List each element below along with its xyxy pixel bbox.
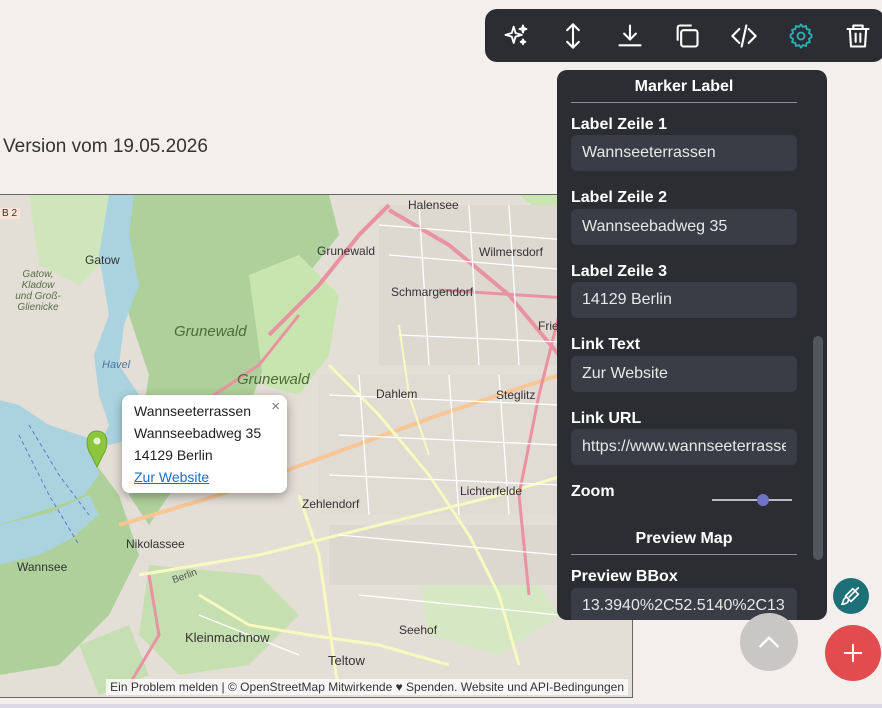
- map-label-halensee: Halensee: [408, 198, 459, 212]
- map-popup: × Wannseeterrassen Wannseebadweg 35 1412…: [122, 395, 287, 493]
- map-label-kleinmachnow: Kleinmachnow: [185, 630, 270, 645]
- download-icon: [618, 24, 642, 47]
- map-label-seehof: Seehof: [399, 623, 438, 637]
- popup-website-link[interactable]: Zur Website: [134, 469, 209, 485]
- zoom-label: Zoom: [571, 483, 615, 500]
- scroll-top-button[interactable]: [740, 613, 798, 671]
- resize-vertical-button[interactable]: [557, 20, 589, 52]
- link-url-input[interactable]: [571, 429, 797, 465]
- sparkle-button[interactable]: [500, 20, 532, 52]
- style-brush-button[interactable]: [833, 578, 869, 614]
- popup-line-2: Wannseebadweg 35: [134, 425, 262, 441]
- section-title-marker-label: Marker Label: [634, 78, 734, 95]
- trash-icon: [846, 24, 870, 48]
- sparkle-icon: [504, 24, 528, 46]
- section-divider: [571, 554, 797, 555]
- popup-line-1: Wannseeterrassen: [134, 403, 251, 419]
- map-label-gatow-kladow: Gatow, Kladow und Groß- Glienicke: [15, 269, 61, 313]
- gear-icon: [789, 23, 813, 49]
- map-label-zehlendorf: Zehlendorf: [302, 497, 360, 511]
- copy-icon: [676, 24, 699, 48]
- map-label-steglitz: Steglitz: [496, 388, 536, 402]
- map-label-schmargendorf: Schmargendorf: [391, 285, 474, 299]
- popup-line-3: 14129 Berlin: [134, 447, 213, 463]
- link-url-label: Link URL: [571, 410, 642, 427]
- zoom-slider-track: [712, 499, 792, 501]
- map-label-grunewald-town: Grunewald: [317, 244, 376, 258]
- label-zeile-3-label: Label Zeile 3: [571, 263, 668, 280]
- link-text-input[interactable]: [571, 356, 797, 392]
- zoom-slider-thumb[interactable]: [757, 494, 770, 506]
- bottom-divider: [0, 704, 882, 708]
- label-zeile-1-input[interactable]: [571, 135, 797, 171]
- preview-bbox-label: Preview BBox: [571, 568, 678, 585]
- label-zeile-1-label: Label Zeile 1: [571, 116, 668, 133]
- duplicate-button[interactable]: [671, 20, 703, 52]
- map-label-teltow: Teltow: [328, 653, 365, 668]
- arrow-up-down-icon: [566, 23, 580, 49]
- popup-close-button[interactable]: ×: [271, 398, 280, 415]
- map-label-dahlem: Dahlem: [376, 387, 418, 401]
- code-button[interactable]: [728, 20, 760, 52]
- map-label-b2: B 2: [0, 208, 21, 219]
- section-divider: [571, 102, 797, 103]
- map-label-gatow: Gatow: [85, 253, 120, 267]
- panel-scrollbar[interactable]: [813, 336, 823, 560]
- map-tiles: [0, 195, 632, 697]
- map-label-grunewald-forest-2: Grunewald: [237, 371, 310, 388]
- map-label-lichterfelde: Lichterfelde: [460, 484, 523, 498]
- plus-icon: [843, 643, 863, 663]
- zoom-slider[interactable]: [712, 493, 792, 507]
- add-button[interactable]: [825, 625, 881, 681]
- label-zeile-2-input[interactable]: [571, 209, 797, 245]
- paintbrush-icon: [841, 586, 860, 606]
- map-label-wannsee: Wannsee: [17, 560, 68, 574]
- link-text-label: Link Text: [571, 336, 641, 353]
- version-text: Version vom 19.05.2026: [3, 136, 208, 157]
- map-label-nikolassee: Nikolassee: [126, 537, 185, 551]
- delete-button[interactable]: [842, 20, 874, 52]
- block-toolbar: [485, 9, 882, 62]
- map-label-wilmersdorf: Wilmersdorf: [479, 245, 544, 259]
- settings-button[interactable]: [785, 20, 817, 52]
- map-attribution[interactable]: Ein Problem melden | © OpenStreetMap Mit…: [106, 679, 628, 695]
- label-zeile-3-input[interactable]: [571, 282, 797, 318]
- settings-panel: Marker Label Label Zeile 1 Label Zeile 2…: [557, 70, 827, 620]
- map[interactable]: B 2 Halensee Gatow Grunewald Wilmersdorf…: [0, 194, 633, 698]
- code-icon: [731, 24, 757, 48]
- chevron-up-icon: [759, 636, 779, 648]
- download-button[interactable]: [614, 20, 646, 52]
- map-label-havel: Havel: [102, 359, 131, 371]
- section-title-preview-map: Preview Map: [635, 530, 733, 547]
- label-zeile-2-label: Label Zeile 2: [571, 189, 668, 206]
- map-label-grunewald-forest-1: Grunewald: [174, 323, 247, 340]
